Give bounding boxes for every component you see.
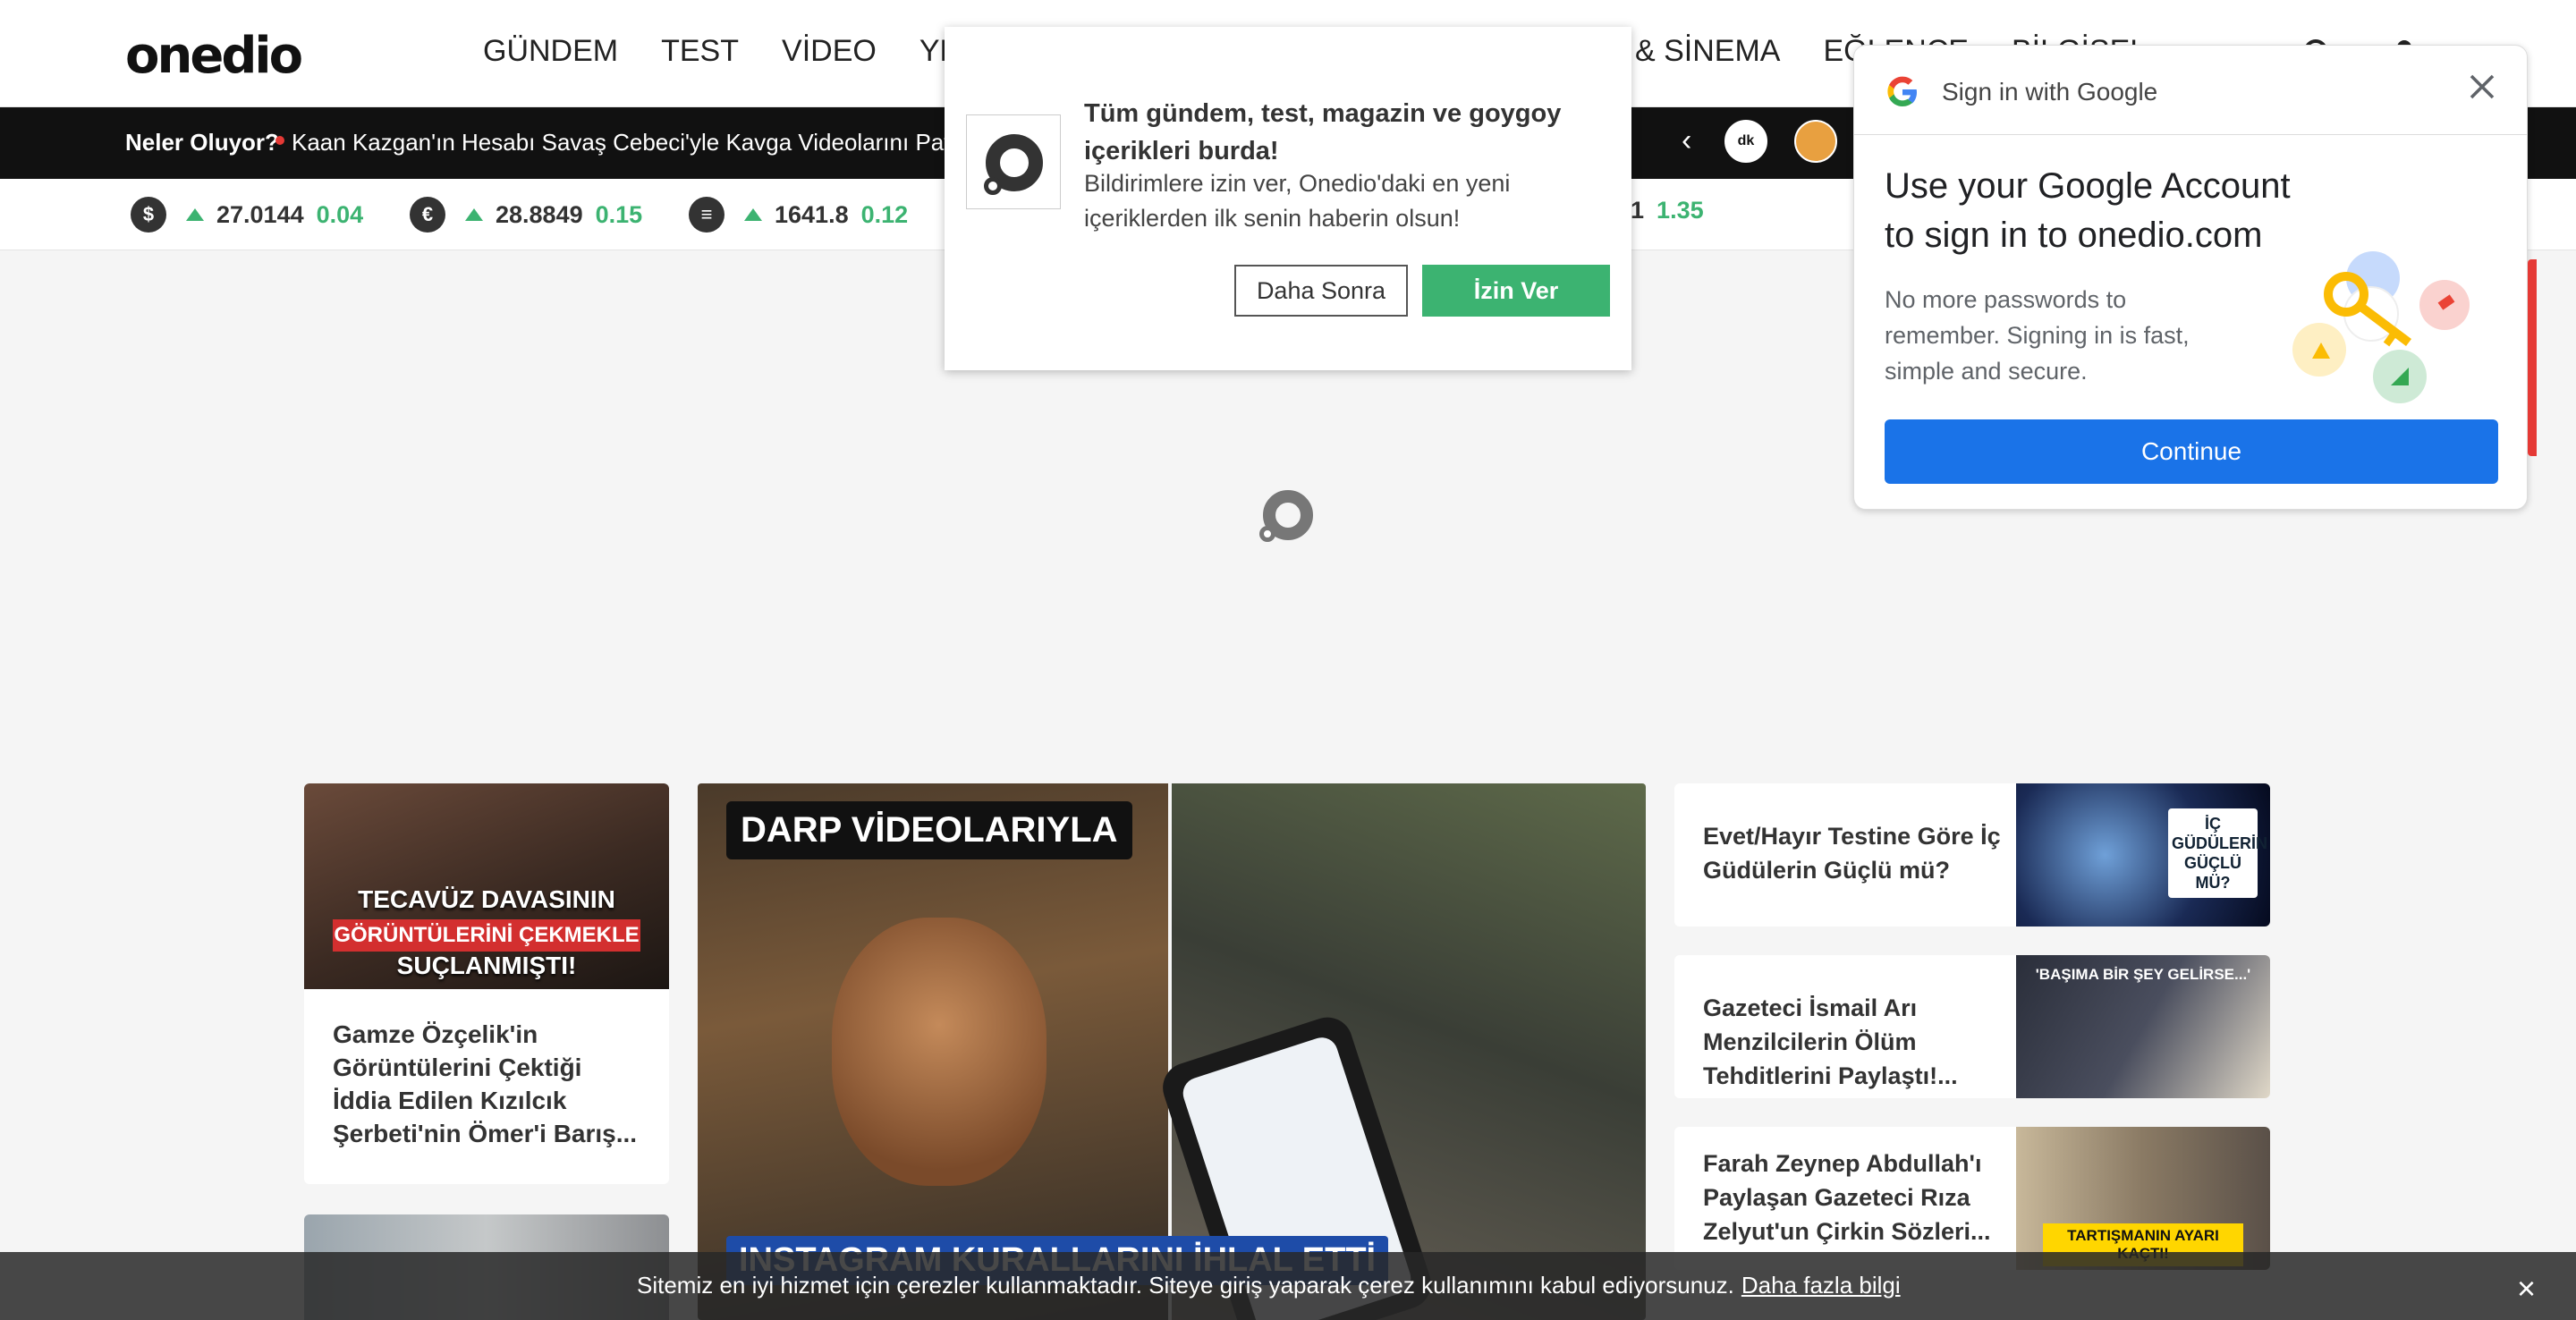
ticker-avatar-dk[interactable]: dk [1724,120,1767,163]
main-image-top-label: DARP VİDEOLARIYLA [726,801,1132,859]
notification-permission-dialog: Tüm gündem, test, magazin ve goygoy içer… [945,27,1631,370]
article-card-side[interactable]: Gazeteci İsmail Arı Menzilcilerin Ölüm T… [1674,955,2270,1098]
article-card-left[interactable]: TECAVÜZ DAVASININ GÖRÜNTÜLERİNİ ÇEKMEKLE… [304,783,669,1184]
google-continue-button[interactable]: Continue [1885,419,2498,484]
currency-eth[interactable]: ≡ 1641.8 0.12 [689,197,908,233]
article-title[interactable]: Gazeteci İsmail Arı Menzilcilerin Ölüm T… [1703,991,2007,1093]
onedio-logo-dot [984,177,1002,195]
ethereum-icon: ≡ [689,197,724,233]
currency-change: 0.12 [860,200,909,228]
google-dialog-body: No more passwords to remember. Signing i… [1885,286,2190,385]
google-signin-dialog: Sign in with Google Use your Google Acco… [1853,45,2528,510]
image-overlay-line3: SUÇLANMIŞTI! [396,952,577,979]
article-thumbnail: 'BAŞIMA BİR ŞEY GELİRSE...' [2016,955,2270,1098]
google-dialog-header-title: Sign in with Google [1942,78,2158,106]
ticker-label: Neler Oluyor? [125,129,279,156]
currency-change: 0.04 [316,200,364,228]
article-title[interactable]: Farah Zeynep Abdullah'ı Paylaşan Gazetec… [1703,1147,2007,1248]
image-overlay-line2: GÖRÜNTÜLERİNİ ÇEKMEKLE [333,919,640,952]
ticker-avatar[interactable] [1794,120,1837,163]
ticker-headline[interactable]: Kaan Kazgan'ın Hesabı Savaş Cebeci'yle K… [292,129,945,157]
currency-usd[interactable]: $ 27.0144 0.04 [131,197,363,233]
euro-icon: € [410,197,445,233]
close-icon[interactable] [2466,71,2498,103]
up-arrow-icon [186,208,204,221]
currency-value: 28.8849 [496,200,583,228]
onedio-logo[interactable]: onedio [125,27,303,85]
article-thumbnail: TARTIŞMANIN AYARI KAÇTI! [2016,1127,2270,1270]
cookie-message: Sitemiz en iyi hizmet için çerezler kull… [637,1272,1734,1299]
article-card-main[interactable]: DARP VİDEOLARIYLA INSTAGRAM KURALLARINI … [698,783,1646,1320]
google-g-icon [1887,76,1917,106]
cookie-consent-bar: Sitemiz en iyi hizmet için çerezler kull… [0,1252,2576,1320]
ticker-prev-button[interactable]: ‹ [1682,123,1691,158]
image-overlay-line1: TECAVÜZ DAVASININ [358,885,615,913]
currency-eur[interactable]: € 28.8849 0.15 [410,197,642,233]
later-button[interactable]: Daha Sonra [1234,265,1408,317]
article-card-side[interactable]: Evet/Hayır Testine Göre İç Güdülerin Güç… [1674,783,2270,927]
cookie-more-link[interactable]: Daha fazla bilgi [1741,1272,1901,1299]
currency-value: 27.0144 [216,200,304,228]
nav-item-test[interactable]: TEST [661,34,739,69]
currency-change: 0.15 [595,200,643,228]
main-nav: GÜNDEM TEST VİDEO YE [483,34,960,69]
article-image: TECAVÜZ DAVASININ GÖRÜNTÜLERİNİ ÇEKMEKLE… [304,783,669,989]
allow-button[interactable]: İzin Ver [1422,265,1610,317]
ticker-dot [275,136,284,145]
nav-item-video[interactable]: VİDEO [782,34,877,69]
loading-spinner-dot [1259,526,1275,542]
nav-item-sinema[interactable]: & SİNEMA [1635,34,1780,69]
side-ad-edge [2528,259,2537,456]
article-title[interactable]: Gamze Özçelik'in Görüntülerini Çektiği İ… [333,1018,646,1150]
currency-value: 1641.8 [775,200,849,228]
nav-item-gundem[interactable]: GÜNDEM [483,34,618,69]
key-illustration-icon [2292,251,2470,403]
google-dialog-headline: Use your Google Account to sign in to on… [1885,166,2291,255]
thumbnail-tag: 'BAŞIMA BİR ŞEY GELİRSE...' [2035,966,2251,983]
cookie-message-row: Sitemiz en iyi hizmet için çerezler kull… [637,1272,1901,1299]
article-thumbnail: İÇ GÜDÜLERİN GÜÇLÜ MÜ? [2016,783,2270,927]
notification-body: Bildirimlere izin ver, Onedio'daki en ye… [1084,170,1511,232]
thumbnail-tag: İÇ GÜDÜLERİN GÜÇLÜ MÜ? [2168,808,2267,898]
up-arrow-icon [744,208,762,221]
google-dialog-header: Sign in with Google [1854,46,2527,135]
article-card-side[interactable]: Farah Zeynep Abdullah'ı Paylaşan Gazetec… [1674,1127,2270,1270]
main-image-face [832,918,1046,1186]
notification-title: Tüm gündem, test, magazin ve goygoy içer… [1084,99,1562,165]
up-arrow-icon [465,208,483,221]
close-icon[interactable]: × [2517,1270,2536,1307]
article-title[interactable]: Evet/Hayır Testine Göre İç Güdülerin Güç… [1703,819,2007,887]
dollar-icon: $ [131,197,166,233]
currency-change: 1.35 [1657,197,1704,224]
